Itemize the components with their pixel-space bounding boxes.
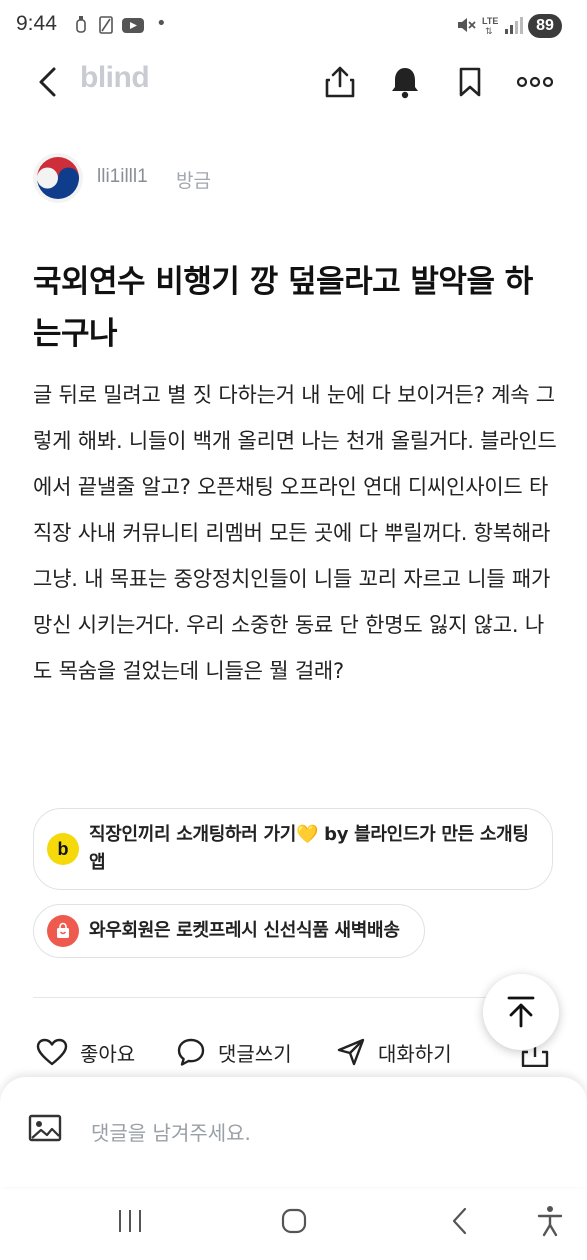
send-icon — [337, 1038, 365, 1066]
system-back-icon — [452, 1207, 467, 1235]
sim-icon — [99, 16, 113, 34]
attach-image-button[interactable] — [28, 1113, 64, 1147]
back-arrow-icon — [39, 67, 56, 97]
mute-icon — [455, 14, 477, 36]
post-body: 글 뒤로 밀려고 별 짓 다하는거 내 눈에 다 보이거든? 계속 그렇게 해봐… — [33, 383, 557, 683]
youtube-icon — [122, 18, 144, 33]
chat-label: 대화하기 — [378, 1041, 452, 1066]
divider — [33, 997, 553, 998]
shopping-bag-icon — [47, 915, 79, 947]
status-time: 9:44 — [16, 12, 57, 35]
like-label: 좋아요 — [80, 1041, 136, 1066]
more-button[interactable] — [515, 62, 555, 102]
battery-indicator: 89 — [528, 14, 562, 38]
scroll-top-icon — [507, 996, 535, 1028]
promo-dating-app[interactable]: b 직장인끼리 소개팅하러 가기💛 by 블라인드가 만든 소개팅앱 — [33, 808, 553, 890]
usb-icon — [76, 16, 86, 33]
post-time: 방금 — [176, 170, 211, 192]
taegeuk-logo-icon — [33, 153, 83, 203]
svg-text:⇅: ⇅ — [485, 26, 493, 36]
more-icon — [517, 76, 553, 88]
brand-logo: blind — [80, 61, 150, 94]
comment-button[interactable]: 댓글쓰기 — [176, 1034, 292, 1070]
chat-button[interactable]: 대화하기 — [336, 1034, 452, 1070]
like-button[interactable]: 좋아요 — [36, 1034, 135, 1070]
home-icon — [281, 1208, 307, 1234]
comment-icon — [177, 1038, 205, 1066]
status-dot: • — [156, 13, 167, 34]
home-button[interactable] — [276, 1203, 312, 1239]
promo-text: 직장인끼리 소개팅하러 가기💛 by 블라인드가 만든 소개팅앱 — [89, 824, 529, 873]
signal-icon: LTE ⇅ — [481, 14, 525, 36]
recent-apps-icon — [119, 1210, 141, 1232]
author-name[interactable]: lli1illl1 — [97, 166, 148, 188]
share-button[interactable] — [320, 62, 360, 102]
svg-text:LTE: LTE — [482, 16, 498, 26]
accessibility-icon — [537, 1206, 563, 1237]
image-icon — [28, 1114, 62, 1142]
share-icon — [325, 66, 355, 98]
recent-apps-button[interactable] — [112, 1203, 148, 1239]
comment-label: 댓글쓰기 — [218, 1041, 292, 1066]
bookmark-button[interactable] — [450, 62, 490, 102]
back-button[interactable] — [30, 62, 66, 102]
post-title: 국외연수 비행기 깡 덮을라고 발악을 하는구나 — [33, 264, 533, 352]
promo-rocket-fresh[interactable]: 와우회원은 로켓프레시 신선식품 새벽배송 — [33, 904, 425, 958]
notification-button[interactable] — [385, 62, 425, 102]
comment-bar — [0, 1077, 587, 1187]
blind-dating-logo-icon: b — [47, 833, 79, 865]
avatar[interactable] — [33, 153, 83, 203]
accessibility-button[interactable] — [532, 1203, 568, 1239]
bookmark-icon — [459, 67, 481, 97]
promo-text: 와우회원은 로켓프레시 신선식품 새벽배송 — [89, 920, 400, 941]
heart-icon — [36, 1038, 68, 1066]
scroll-top-button[interactable] — [483, 974, 559, 1050]
bell-icon — [392, 68, 418, 99]
system-back-button[interactable] — [442, 1203, 478, 1239]
notification-icons — [76, 14, 156, 36]
comment-input[interactable]: 댓글을 남겨주세요. — [91, 1117, 251, 1146]
